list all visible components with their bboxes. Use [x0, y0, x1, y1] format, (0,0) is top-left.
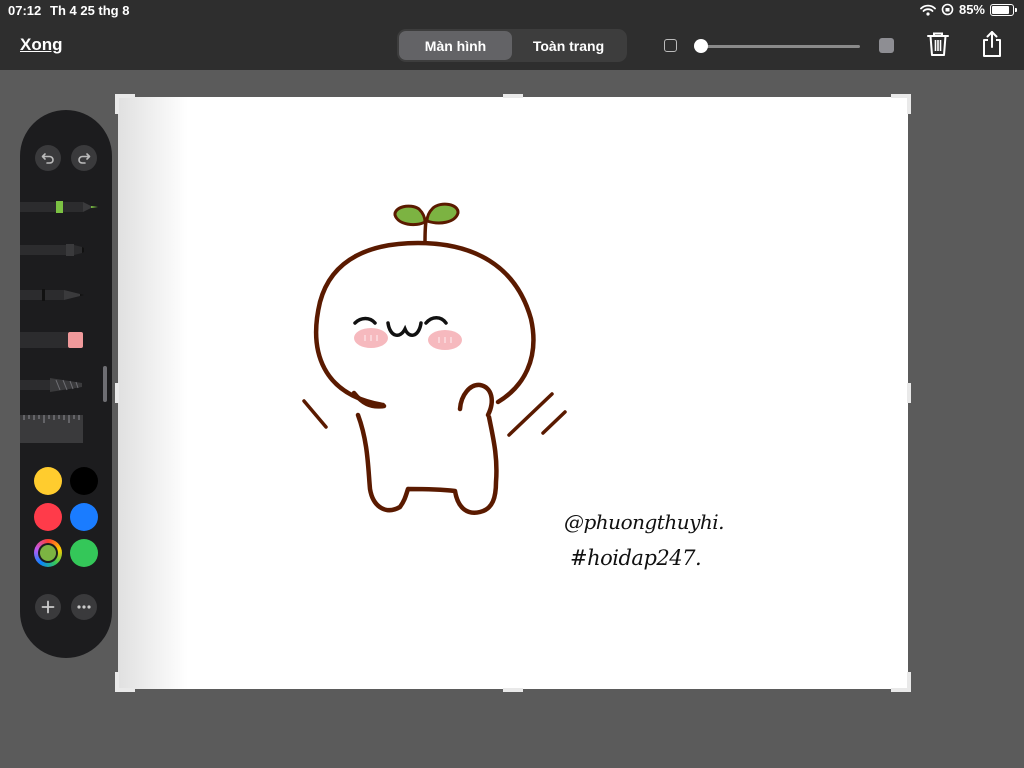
- color-swatch[interactable]: [34, 503, 62, 531]
- status-right: 85%: [920, 2, 1017, 17]
- plus-icon: [41, 600, 55, 614]
- screenshot-canvas[interactable]: @phuongthuyhi. #hoidap247.: [118, 97, 908, 689]
- color-swatch[interactable]: [70, 503, 98, 531]
- crop-handle-bottom-left-v[interactable]: [115, 672, 119, 692]
- selected-color-swatch: [38, 543, 58, 563]
- color-swatch[interactable]: [70, 467, 98, 495]
- battery-icon: [990, 3, 1017, 16]
- caption-hashtag: #hoidap247.: [570, 546, 702, 570]
- large-square-icon: [879, 38, 894, 53]
- right-arm: [457, 382, 494, 418]
- right-eye: [424, 316, 448, 325]
- orientation-lock-icon: [941, 3, 954, 16]
- sprout-stem: [423, 219, 428, 245]
- slider-track[interactable]: [696, 45, 860, 48]
- slider-thumb[interactable]: [694, 39, 708, 53]
- left-eye: [353, 316, 377, 325]
- crop-handle-bottom-right-v[interactable]: [907, 672, 911, 692]
- undo-icon: [41, 153, 54, 164]
- crop-handle-left-mid[interactable]: [115, 383, 119, 403]
- redo-button[interactable]: [71, 145, 97, 171]
- small-square-icon: [664, 39, 677, 52]
- size-slider[interactable]: [664, 37, 894, 55]
- tool-palette: [20, 110, 112, 658]
- crop-handle-top-left-v[interactable]: [115, 94, 119, 114]
- segment-full-page[interactable]: Toàn trang: [512, 31, 625, 60]
- motion-line-left: [302, 399, 328, 429]
- marker-tool[interactable]: [20, 241, 102, 259]
- more-button[interactable]: [71, 594, 97, 620]
- add-button[interactable]: [35, 594, 61, 620]
- sprout-character-drawing: [302, 202, 567, 515]
- redo-icon: [78, 153, 91, 164]
- palette-resize-grip[interactable]: [103, 366, 107, 402]
- trash-icon[interactable]: [925, 30, 951, 58]
- left-leaf: [393, 204, 427, 227]
- wifi-icon: [920, 4, 936, 16]
- lasso-tool[interactable]: [20, 376, 102, 394]
- color-swatch[interactable]: [34, 467, 62, 495]
- color-picker-button[interactable]: [34, 539, 62, 567]
- motion-line-right-2: [541, 410, 567, 435]
- battery-fill: [992, 5, 1009, 14]
- pen-tool[interactable]: [20, 198, 102, 216]
- crop-handle-top-mid[interactable]: [503, 94, 523, 98]
- crop-handle-top-right-v[interactable]: [907, 94, 911, 114]
- segmented-control: Màn hình Toàn trang: [397, 29, 627, 62]
- selected-color-core: [40, 545, 56, 561]
- battery-percent: 85%: [958, 2, 985, 17]
- markup-toolbar: 07:12 Th 4 25 thg 8 85% Xong Màn hình To…: [0, 0, 1024, 70]
- ruler-tool[interactable]: [20, 415, 102, 443]
- pencil-tool[interactable]: [20, 286, 102, 304]
- undo-button[interactable]: [35, 145, 61, 171]
- right-leaf: [425, 202, 460, 225]
- eraser-tool[interactable]: [20, 331, 102, 349]
- ellipsis-icon: [77, 605, 91, 609]
- done-button[interactable]: Xong: [20, 35, 63, 55]
- status-time: 07:12: [8, 3, 42, 18]
- caption-username: @phuongthuyhi.: [564, 510, 725, 534]
- status-date: Th 4 25 thg 8: [50, 3, 130, 18]
- share-icon[interactable]: [979, 30, 1005, 58]
- crop-handle-right-mid[interactable]: [907, 383, 911, 403]
- color-swatch[interactable]: [70, 539, 98, 567]
- segment-screen[interactable]: Màn hình: [399, 31, 512, 60]
- body-outline: [355, 412, 499, 515]
- crop-handle-bottom-mid[interactable]: [503, 688, 523, 692]
- mouth: [386, 321, 423, 337]
